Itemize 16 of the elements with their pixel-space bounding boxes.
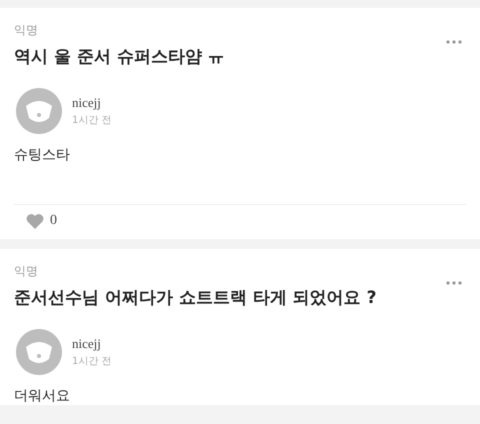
avatar-icon [16, 88, 62, 134]
post-time: 1시간 전 [72, 355, 112, 368]
heart-icon[interactable] [26, 213, 44, 229]
post-body: 슈팅스타 [14, 146, 71, 164]
board-label: 익명 [14, 22, 39, 39]
more-icon[interactable] [446, 40, 462, 44]
author-name[interactable]: nicejj [72, 95, 112, 111]
like-count: 0 [50, 213, 57, 229]
more-icon[interactable] [446, 281, 462, 285]
post-title: 역시 울 준서 슈퍼스타얌 ㅠ [14, 46, 225, 68]
post-body: 더워서요 [14, 387, 71, 405]
board-label: 익명 [14, 263, 39, 280]
post-time: 1시간 전 [72, 114, 112, 127]
avatar-icon [16, 329, 62, 375]
post-title: 준서선수님 어쩌다가 쇼트트랙 타게 되었어요 ? [14, 287, 376, 309]
author-name[interactable]: nicejj [72, 336, 112, 352]
